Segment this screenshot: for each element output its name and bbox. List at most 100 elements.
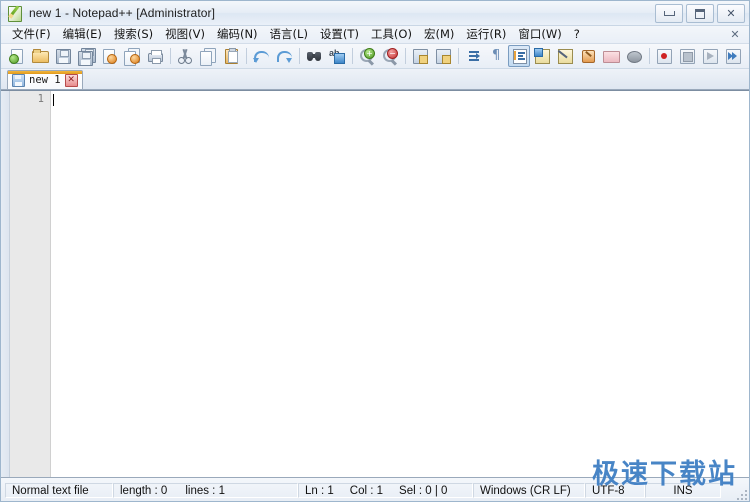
folder-workspace-button[interactable] — [600, 45, 622, 67]
ui-language-button[interactable] — [531, 45, 553, 67]
function-list-icon — [580, 48, 596, 64]
save-state-icon — [12, 73, 25, 87]
function-list-button[interactable] — [577, 45, 599, 67]
status-caret-position: Ln : 1 Col : 1 Sel : 0 | 0 — [298, 483, 473, 498]
status-ln: Ln : 1 — [305, 484, 334, 497]
status-sel: Sel : 0 | 0 — [399, 484, 448, 497]
open-file-button[interactable] — [29, 45, 51, 67]
sync-vertical-scroll-icon — [412, 48, 428, 64]
document-map-icon — [550, 48, 573, 68]
cut-button[interactable] — [174, 45, 196, 67]
word-wrap-toggle-icon — [465, 48, 481, 64]
status-insert-mode[interactable]: INS — [645, 483, 721, 498]
toolbar: ab + − ¶ — [1, 44, 749, 69]
macro-run-multiple-icon — [725, 48, 741, 64]
menu-tools[interactable]: 工具(O) — [365, 26, 418, 43]
indent-guide-icon — [511, 48, 527, 64]
menu-help[interactable]: ? — [568, 26, 586, 43]
macro-play-button[interactable] — [699, 45, 721, 67]
status-lines: lines : 1 — [185, 484, 225, 497]
macro-record-icon — [656, 48, 672, 64]
window-resize-grip[interactable] — [735, 488, 747, 500]
tab-close-icon[interactable]: ✕ — [64, 73, 78, 87]
close-all-files-icon — [124, 48, 140, 66]
print-icon — [147, 48, 163, 64]
macro-run-multiple-button[interactable] — [722, 45, 744, 67]
macro-stop-icon — [679, 48, 695, 64]
word-wrap-button[interactable] — [462, 45, 484, 67]
menu-window[interactable]: 窗口(W) — [512, 26, 567, 43]
save-button[interactable] — [52, 45, 74, 67]
tab-bar: new 1 ✕ — [1, 69, 749, 90]
new-file-button[interactable] — [6, 45, 28, 67]
menu-file[interactable]: 文件(F) — [6, 26, 57, 43]
macro-save-button[interactable] — [745, 45, 749, 67]
replace-button[interactable]: ab — [326, 45, 348, 67]
monitoring-button[interactable] — [623, 45, 645, 67]
status-length-lines: length : 0 lines : 1 — [113, 483, 298, 498]
zoom-out-button[interactable]: − — [379, 45, 401, 67]
title-bar: new 1 - Notepad++ [Administrator] ✕ — [1, 1, 749, 26]
indent-guide-button[interactable] — [508, 45, 530, 67]
zoom-out-icon: − — [382, 48, 398, 65]
editor-area: 1 — [1, 90, 749, 478]
macro-play-icon — [702, 48, 718, 64]
find-icon — [306, 48, 322, 64]
menu-macro[interactable]: 宏(M) — [418, 26, 460, 43]
paste-button[interactable] — [220, 45, 242, 67]
status-encoding[interactable]: UTF-8 — [585, 483, 645, 498]
minimize-button[interactable] — [655, 4, 683, 23]
macro-record-button[interactable] — [653, 45, 675, 67]
close-file-icon — [101, 48, 117, 64]
line-number: 1 — [37, 93, 44, 105]
status-eol-format[interactable]: Windows (CR LF) — [473, 483, 585, 498]
toolbar-separator — [246, 48, 247, 64]
menu-view[interactable]: 视图(V) — [159, 26, 211, 43]
status-col: Col : 1 — [349, 484, 384, 497]
find-button[interactable] — [303, 45, 325, 67]
open-file-icon — [32, 48, 49, 64]
show-all-chars-button[interactable]: ¶ — [485, 45, 507, 67]
window-title: new 1 - Notepad++ [Administrator] — [29, 6, 216, 20]
undo-icon — [253, 48, 269, 64]
toolbar-separator — [170, 48, 171, 64]
sync-horizontal-scroll-button[interactable] — [432, 45, 454, 67]
close-button[interactable]: ✕ — [717, 4, 745, 23]
tab-new-1[interactable]: new 1 ✕ — [7, 70, 83, 89]
window-controls: ✕ — [655, 4, 745, 23]
zoom-in-button[interactable]: + — [356, 45, 378, 67]
show-all-chars-icon: ¶ — [492, 48, 501, 63]
cut-icon — [177, 48, 193, 64]
document-map-button[interactable] — [550, 45, 576, 68]
status-length: length : 0 — [120, 484, 168, 497]
sync-vertical-scroll-button[interactable] — [409, 45, 431, 67]
copy-icon — [200, 48, 216, 66]
menu-settings[interactable]: 设置(T) — [314, 26, 365, 43]
redo-icon — [276, 48, 292, 64]
monitoring-icon — [626, 48, 642, 64]
editor-left-rail — [1, 91, 10, 477]
redo-button[interactable] — [273, 45, 295, 67]
menu-encoding[interactable]: 编码(N) — [211, 26, 264, 43]
paste-icon — [223, 48, 239, 64]
save-all-button[interactable] — [75, 45, 97, 67]
ui-language-icon — [534, 48, 550, 64]
menu-edit[interactable]: 编辑(E) — [57, 26, 108, 43]
sync-horizontal-scroll-icon — [435, 48, 451, 64]
status-document-type: Normal text file — [5, 483, 113, 498]
menu-run[interactable]: 运行(R) — [460, 26, 512, 43]
close-all-files-button[interactable] — [121, 45, 143, 67]
text-editing-surface[interactable] — [51, 91, 749, 477]
menu-search[interactable]: 搜索(S) — [108, 26, 159, 43]
close-file-button[interactable] — [98, 45, 120, 67]
text-caret — [53, 94, 54, 106]
maximize-button[interactable] — [686, 4, 714, 23]
save-icon — [55, 48, 71, 64]
print-button[interactable] — [144, 45, 166, 67]
macro-stop-button[interactable] — [676, 45, 698, 67]
menu-language[interactable]: 语言(L) — [264, 26, 314, 43]
copy-button[interactable] — [197, 45, 219, 67]
toolbar-separator — [649, 48, 650, 64]
undo-button[interactable] — [250, 45, 272, 67]
document-close-icon[interactable]: ✕ — [727, 27, 743, 41]
